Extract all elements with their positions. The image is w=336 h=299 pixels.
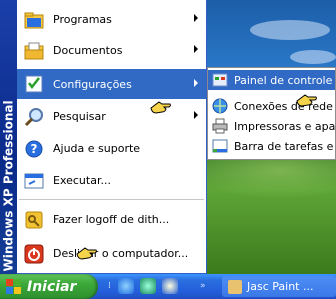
quick-launch	[118, 278, 178, 294]
taskbar-task-paint[interactable]: Jasc Paint ...	[222, 276, 336, 297]
menu-item-run[interactable]: Executar...	[17, 165, 206, 196]
submenu-item-printers[interactable]: Impressoras e aparelhos de fax	[208, 116, 336, 136]
help-icon: ?	[23, 138, 45, 160]
submenu-item-label: Barra de tarefas e menu Iniciar	[234, 139, 335, 153]
menu-item-search[interactable]: Pesquisar	[17, 101, 206, 132]
submenu-arrow-icon	[194, 111, 198, 119]
start-menu-side-banner: Windows XP Professional	[0, 0, 17, 274]
jasc-paint-icon	[228, 279, 242, 294]
windows-logo-icon	[6, 278, 22, 295]
magnifier-icon	[23, 106, 45, 128]
start-menu: Windows XP Professional Programas Docume…	[0, 0, 207, 274]
menu-item-help[interactable]: ? Ajuda e suporte	[17, 133, 206, 164]
quick-launch-chevron-icon[interactable]: »	[200, 277, 206, 296]
taskbar-grip: ⁞	[108, 281, 111, 291]
submenu-item-control-panel[interactable]: Painel de controle	[208, 70, 335, 90]
pointing-hand-cursor-icon	[150, 101, 171, 114]
documents-folder-icon	[23, 40, 45, 62]
menu-item-label: Executar...	[53, 174, 111, 187]
menu-item-logoff[interactable]: Fazer logoff de dith...	[17, 204, 206, 235]
menu-item-documents[interactable]: Documentos	[17, 35, 206, 66]
logoff-key-icon	[23, 209, 45, 231]
cloud	[250, 20, 330, 40]
start-button[interactable]: Iniciar	[0, 274, 98, 299]
cloud	[290, 50, 336, 64]
menu-item-programs[interactable]: Programas	[17, 4, 206, 35]
menu-item-label: Ajuda e suporte	[53, 142, 141, 155]
submenu-arrow-icon	[194, 79, 198, 87]
menu-item-label: Desligar o computador...	[53, 247, 189, 260]
submenu-arrow-icon	[194, 14, 198, 22]
menu-item-label: Fazer logoff de dith...	[53, 213, 170, 226]
media-player-icon[interactable]	[162, 278, 178, 294]
ie-icon[interactable]	[118, 278, 134, 294]
menu-item-label: Configurações	[53, 77, 132, 91]
control-panel-icon	[212, 72, 228, 88]
submenu-item-label: Painel de controle	[234, 73, 333, 87]
pointing-hand-cursor-icon	[296, 94, 317, 107]
settings-submenu: Painel de controle Conexões de rede Impr…	[207, 67, 336, 160]
menu-item-label: Pesquisar	[53, 110, 106, 123]
task-label: Jasc Paint ...	[247, 280, 314, 293]
submenu-item-label: Impressoras e aparelhos de fax	[234, 119, 336, 133]
printer-icon	[212, 118, 228, 134]
network-connections-icon	[212, 98, 228, 114]
taskbar-icon	[212, 138, 228, 154]
power-icon	[23, 243, 45, 265]
svg-text:?: ?	[31, 142, 38, 156]
banner-text: Windows XP Professional	[1, 100, 16, 272]
submenu-arrow-icon	[194, 45, 198, 53]
run-icon	[23, 170, 45, 192]
start-button-label: Iniciar	[27, 278, 77, 295]
outlook-express-icon[interactable]	[140, 278, 156, 294]
submenu-item-taskbar[interactable]: Barra de tarefas e menu Iniciar	[208, 136, 335, 156]
programs-folder-icon	[23, 9, 45, 31]
menu-item-shutdown[interactable]: Desligar o computador...	[17, 238, 206, 269]
menu-item-settings[interactable]: Configurações	[17, 69, 206, 99]
menu-item-label: Documentos	[53, 44, 123, 57]
submenu-item-label: Conexões de rede	[234, 99, 333, 113]
taskbar: Iniciar ⁞ » Jasc Paint ...	[0, 274, 336, 299]
menu-separator	[19, 199, 204, 201]
menu-item-label: Programas	[53, 13, 112, 26]
pointing-hand-cursor-icon	[76, 247, 97, 260]
settings-checklist-icon	[23, 73, 45, 95]
